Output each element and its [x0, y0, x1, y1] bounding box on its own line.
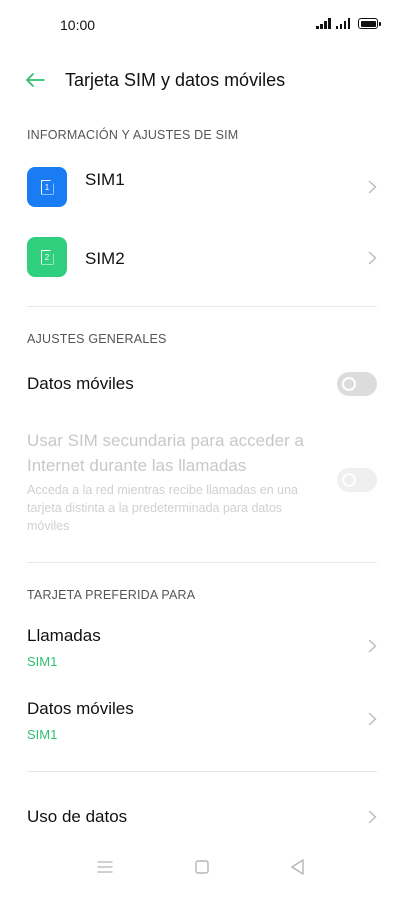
secondary-sim-toggle[interactable] — [337, 468, 377, 492]
signal-1-icon — [316, 17, 331, 29]
preferred-data-label: Datos móviles — [27, 699, 134, 718]
mobile-data-toggle[interactable] — [337, 372, 377, 396]
app-bar: Tarjeta SIM y datos móviles — [0, 55, 404, 105]
preferred-calls-label: Llamadas — [27, 626, 101, 645]
triangle-back-icon — [291, 859, 304, 875]
status-bar: 10:00 — [0, 0, 404, 50]
menu-icon — [97, 861, 113, 873]
secondary-sim-description: Acceda a la red mientras recibe llamadas… — [27, 483, 298, 533]
divider — [27, 771, 377, 772]
toggle-knob — [342, 377, 356, 391]
sim2-label: SIM2 — [85, 249, 125, 268]
chevron-right-icon — [368, 180, 377, 194]
chevron-right-icon — [368, 810, 377, 824]
section-header-sim-info: INFORMACIÓN Y AJUSTES DE SIM — [27, 128, 239, 142]
sim1-label: SIM1 — [85, 170, 125, 189]
divider — [27, 562, 377, 563]
sim1-icon: 1 — [27, 167, 67, 207]
section-header-preferred: TARJETA PREFERIDA PARA — [27, 588, 196, 602]
chevron-right-icon — [368, 251, 377, 265]
toggle-knob — [342, 473, 356, 487]
battery-icon — [358, 18, 381, 29]
preferred-calls-row[interactable]: Llamadas SIM1 — [0, 616, 404, 674]
arrow-left-icon — [26, 73, 45, 87]
preferred-calls-value: SIM1 — [27, 654, 58, 669]
data-usage-label: Uso de datos — [27, 807, 128, 826]
section-header-general: AJUSTES GENERALES — [27, 332, 167, 346]
page-title: Tarjeta SIM y datos móviles — [65, 70, 286, 90]
preferred-data-row[interactable]: Datos móviles SIM1 — [0, 689, 404, 747]
sim1-row[interactable]: 1 SIM1 — [0, 157, 404, 217]
status-icons — [316, 17, 381, 29]
back-nav-button[interactable] — [286, 855, 310, 879]
divider — [27, 306, 377, 307]
mobile-data-label: Datos móviles — [27, 374, 134, 393]
square-icon — [195, 860, 209, 874]
sim2-row[interactable]: 2 SIM2 — [0, 227, 404, 287]
data-usage-row[interactable]: Uso de datos — [0, 797, 404, 837]
recents-button[interactable] — [93, 855, 117, 879]
chevron-right-icon — [368, 712, 377, 726]
preferred-data-value: SIM1 — [27, 727, 58, 742]
secondary-sim-title: Usar SIM secundaria para acceder a Inter… — [27, 431, 304, 475]
signal-2-icon — [335, 17, 350, 29]
chevron-right-icon — [368, 639, 377, 653]
back-button[interactable] — [22, 67, 48, 93]
sim2-icon: 2 — [27, 237, 67, 277]
status-time: 10:00 — [60, 17, 96, 33]
navigation-bar — [0, 841, 404, 897]
home-button[interactable] — [190, 855, 214, 879]
